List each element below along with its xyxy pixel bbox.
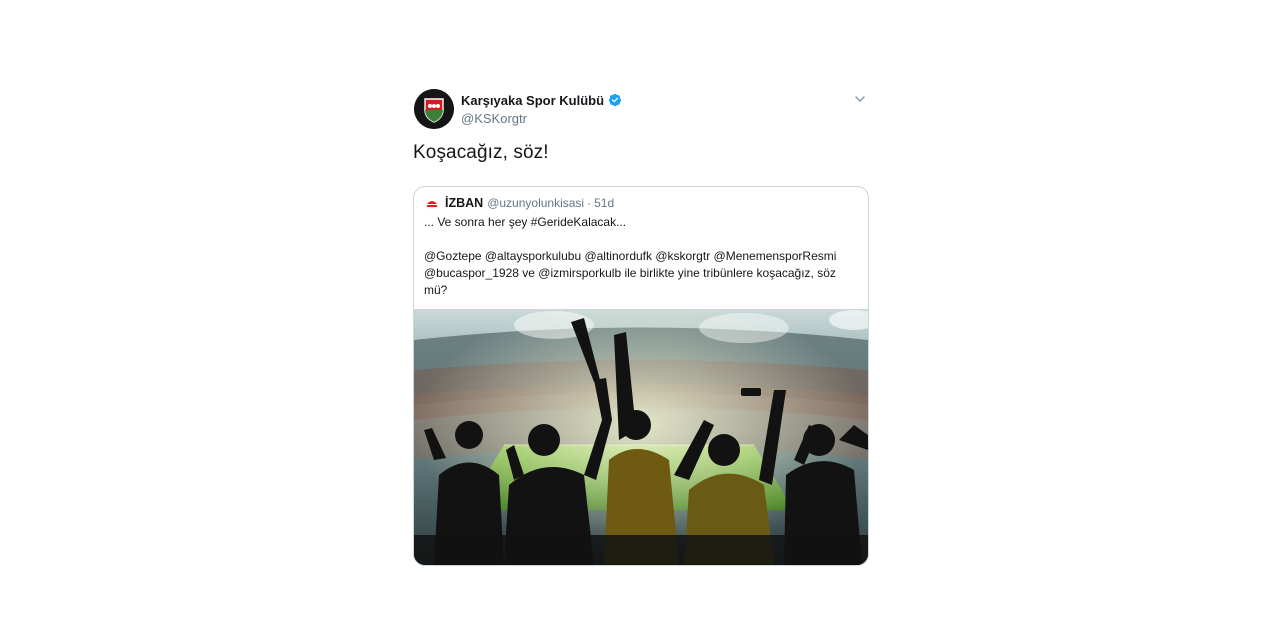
tweet: Karşıyaka Spor Kulübü @KSKorgtr Koşacağı… (413, 88, 869, 566)
separator-dot: · (587, 196, 592, 210)
quoted-tweet-text: ... Ve sonra her şey #GerideKalacak... @… (424, 214, 858, 299)
quoted-line-2: @Goztepe @altaysporkulubu @altinordufk @… (424, 249, 837, 263)
tweet-header: Karşıyaka Spor Kulübü @KSKorgtr (413, 88, 869, 130)
author-names: Karşıyaka Spor Kulübü @KSKorgtr (461, 92, 622, 126)
quoted-display-name: İZBAN (445, 196, 484, 210)
quoted-tweet-body: İZBAN @uzunyolunkisasi · 51d ... Ve sonr… (414, 187, 868, 309)
display-name[interactable]: Karşıyaka Spor Kulübü (461, 93, 604, 108)
avatar[interactable] (414, 89, 454, 129)
stadium-fans-image[interactable] (414, 309, 868, 565)
name-row: Karşıyaka Spor Kulübü (461, 92, 622, 108)
quoted-handle: @uzunyolunkisasi (487, 196, 585, 210)
stadium-illustration (414, 310, 868, 565)
chevron-down-icon[interactable] (853, 92, 867, 106)
quoted-line-3: @bucaspor_1928 ve @izmirsporkulb ile bir… (424, 266, 836, 297)
quoted-tweet[interactable]: İZBAN @uzunyolunkisasi · 51d ... Ve sonr… (413, 186, 869, 566)
karsiyaka-crest-icon (414, 89, 454, 129)
verified-badge-icon (608, 93, 622, 107)
quoted-line-1: ... Ve sonra her şey #GerideKalacak... (424, 215, 627, 229)
quoted-timestamp: 51d (594, 196, 615, 210)
quoted-tweet-header: İZBAN @uzunyolunkisasi · 51d (424, 195, 858, 211)
izban-logo-icon (424, 195, 440, 211)
page: Karşıyaka Spor Kulübü @KSKorgtr Koşacağı… (0, 0, 1280, 640)
tweet-text: Koşacağız, söz! (413, 142, 549, 163)
author-handle[interactable]: @KSKorgtr (461, 111, 622, 126)
